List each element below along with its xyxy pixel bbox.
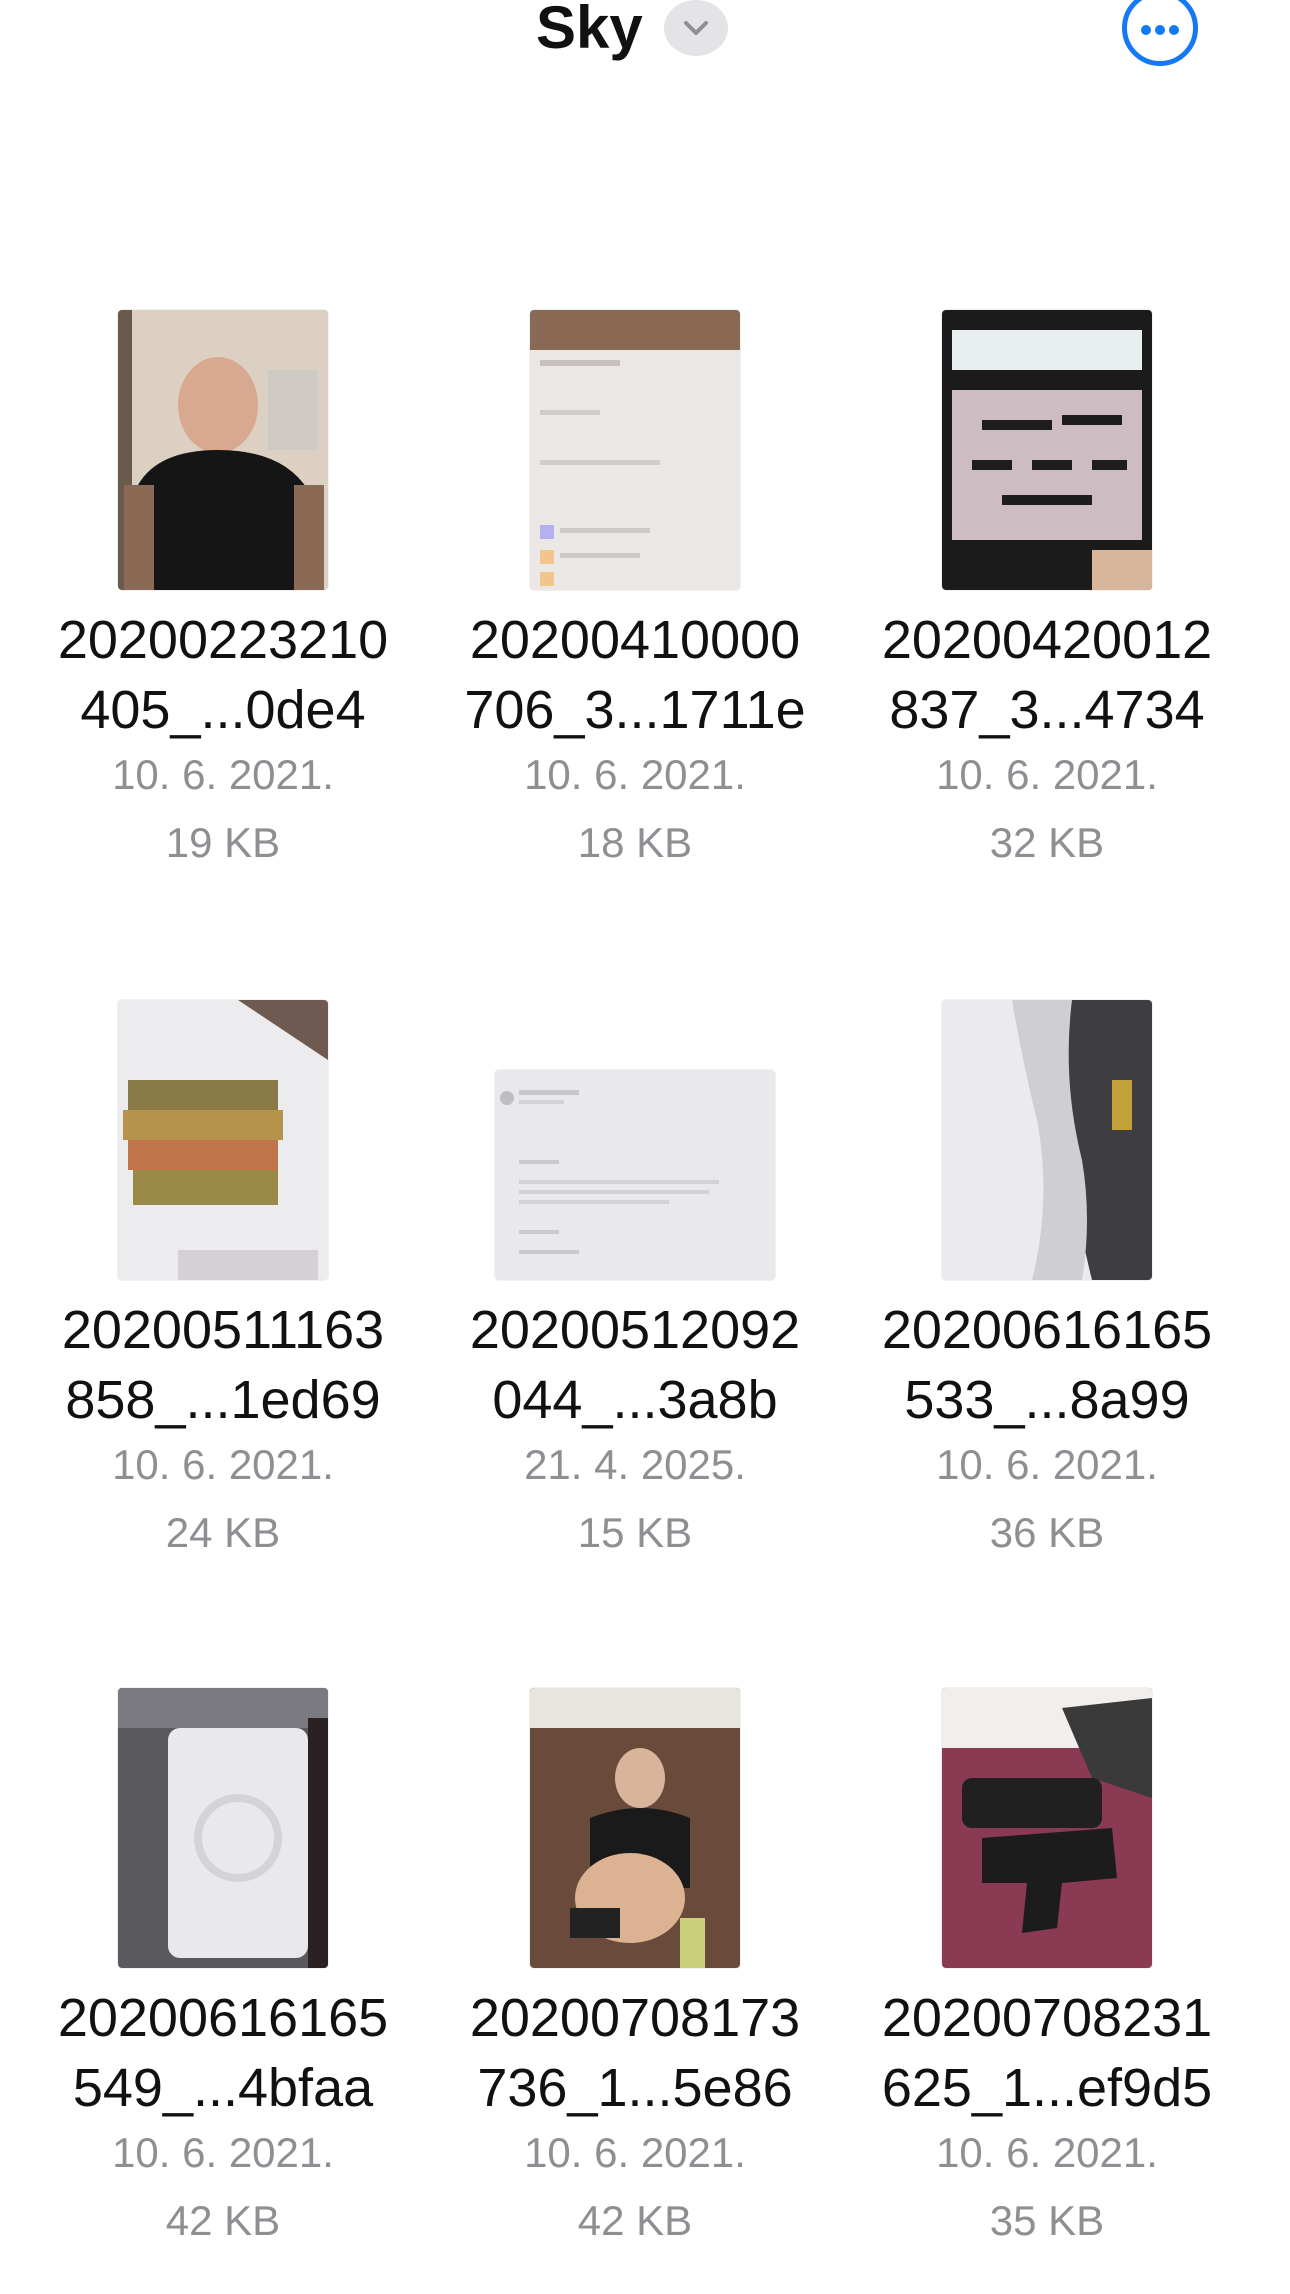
file-item[interactable]: 20200511163 858_...1ed69 10. 6. 2021. 24… bbox=[17, 990, 429, 1556]
thumbnail-white-powder bbox=[942, 1000, 1152, 1280]
file-date: 10. 6. 2021. bbox=[112, 1441, 334, 1488]
file-name-line2: 858_...1ed69 bbox=[65, 1370, 381, 1430]
file-name-line1: 20200708231 bbox=[881, 1988, 1213, 2048]
thumbnail-selfie-man bbox=[118, 310, 328, 590]
file-name-line2: 405_...0de4 bbox=[80, 680, 366, 740]
file-name-line2: 706_3...1711e bbox=[464, 680, 806, 740]
file-size: 18 KB bbox=[577, 819, 693, 866]
file-name-line2: 736_1...5e86 bbox=[477, 2058, 793, 2118]
file-size: 35 KB bbox=[989, 2197, 1105, 2244]
file-size: 19 KB bbox=[165, 819, 281, 866]
file-name-line1: 20200511163 bbox=[61, 1300, 385, 1360]
file-date: 10. 6. 2021. bbox=[524, 751, 746, 798]
thumbnail-phone-weapons bbox=[942, 310, 1152, 590]
file-item[interactable]: 20200410000 706_3...1711e 10. 6. 2021. 1… bbox=[429, 300, 841, 866]
file-size: 15 KB bbox=[577, 1509, 693, 1556]
file-grid: 20200223210 405_...0de4 10. 6. 2021. 19 … bbox=[0, 0, 1290, 2294]
thumbnail-handgun bbox=[942, 1688, 1152, 1968]
file-size: 42 KB bbox=[577, 2197, 693, 2244]
file-size: 36 KB bbox=[989, 1509, 1105, 1556]
file-name-line1: 20200708173 bbox=[469, 1988, 801, 2048]
file-size: 42 KB bbox=[165, 2197, 281, 2244]
file-name-line1: 20200512092 bbox=[469, 1300, 801, 1360]
file-name-line1: 20200420012 bbox=[881, 610, 1213, 670]
file-name-line2: 533_...8a99 bbox=[904, 1370, 1190, 1430]
thumbnail-bar-selfie bbox=[530, 1688, 740, 1968]
file-date: 10. 6. 2021. bbox=[936, 1441, 1158, 1488]
file-name-line2: 625_1...ef9d5 bbox=[881, 2058, 1213, 2118]
file-name-line1: 20200616165 bbox=[57, 1988, 389, 2048]
file-name-line2: 044_...3a8b bbox=[492, 1370, 778, 1430]
file-date: 10. 6. 2021. bbox=[112, 2129, 334, 2176]
file-item[interactable]: 20200512092 044_...3a8b 21. 4. 2025. 15 … bbox=[429, 990, 841, 1556]
file-name-line2: 549_...4bfaa bbox=[72, 2058, 374, 2118]
file-name-line1: 20200223210 bbox=[57, 610, 389, 670]
file-name-line1: 20200616165 bbox=[881, 1300, 1213, 1360]
file-item[interactable]: 20200708173 736_1...5e86 10. 6. 2021. 42… bbox=[429, 1678, 841, 2244]
file-date: 21. 4. 2025. bbox=[524, 1441, 746, 1488]
file-size: 24 KB bbox=[165, 1509, 281, 1556]
thumbnail-email-screenshot bbox=[495, 1070, 775, 1280]
file-date: 10. 6. 2021. bbox=[524, 2129, 746, 2176]
file-item[interactable]: 20200223210 405_...0de4 10. 6. 2021. 19 … bbox=[17, 300, 429, 866]
thumbnail-pressed-brick bbox=[118, 1688, 328, 1968]
file-item[interactable]: 20200420012 837_3...4734 10. 6. 2021. 32… bbox=[841, 300, 1253, 866]
file-name-line1: 20200410000 bbox=[469, 610, 801, 670]
file-date: 10. 6. 2021. bbox=[112, 751, 334, 798]
file-item[interactable]: 20200616165 533_...8a99 10. 6. 2021. 36 … bbox=[841, 990, 1253, 1556]
file-size: 32 KB bbox=[989, 819, 1105, 866]
thumbnail-cash-bundles bbox=[118, 1000, 328, 1280]
file-item[interactable]: 20200616165 549_...4bfaa 10. 6. 2021. 42… bbox=[17, 1678, 429, 2244]
thumbnail-chat-screenshot bbox=[530, 310, 740, 590]
file-date: 10. 6. 2021. bbox=[936, 2129, 1158, 2176]
file-date: 10. 6. 2021. bbox=[936, 751, 1158, 798]
file-item[interactable]: 20200708231 625_1...ef9d5 10. 6. 2021. 3… bbox=[841, 1678, 1253, 2244]
file-name-line2: 837_3...4734 bbox=[889, 680, 1205, 740]
